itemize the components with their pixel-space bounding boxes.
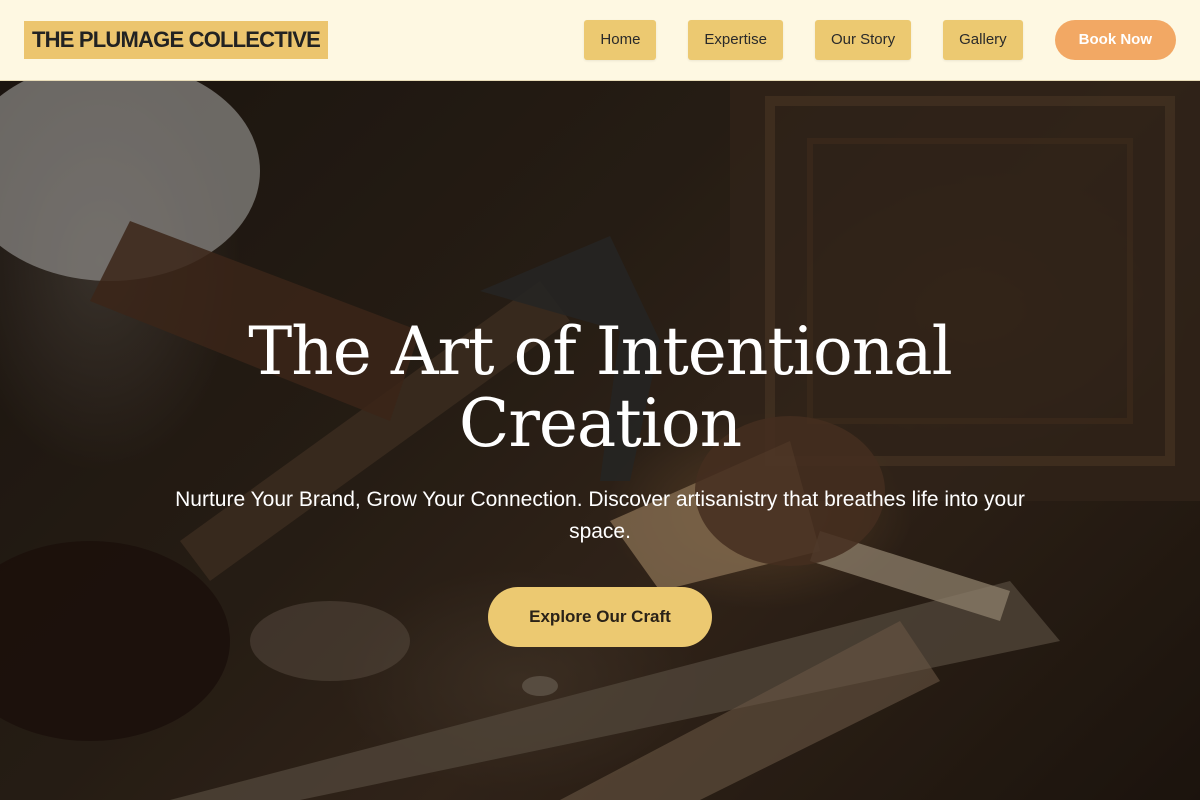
hero-section: The Art of Intentional Creation Nurture …	[0, 81, 1200, 800]
nav-link-expertise[interactable]: Expertise	[688, 20, 783, 60]
top-navigation-bar: THE PLUMAGE COLLECTIVE Home Expertise Ou…	[0, 0, 1200, 81]
nav-link-home[interactable]: Home	[584, 20, 657, 60]
book-now-button[interactable]: Book Now	[1054, 20, 1176, 60]
hero-title: The Art of Intentional Creation	[248, 313, 952, 462]
nav-link-our-story[interactable]: Our Story	[814, 20, 912, 60]
hero-subtitle: Nurture Your Brand, Grow Your Connection…	[175, 488, 1025, 543]
explore-our-craft-button[interactable]: Explore Our Craft	[488, 587, 712, 647]
main-nav: Home Expertise Our Story Gallery Book No…	[584, 20, 1176, 60]
brand-logo[interactable]: THE PLUMAGE COLLECTIVE	[24, 21, 328, 59]
nav-link-gallery[interactable]: Gallery	[943, 20, 1023, 60]
hero-content: The Art of Intentional Creation Nurture …	[0, 81, 1200, 800]
